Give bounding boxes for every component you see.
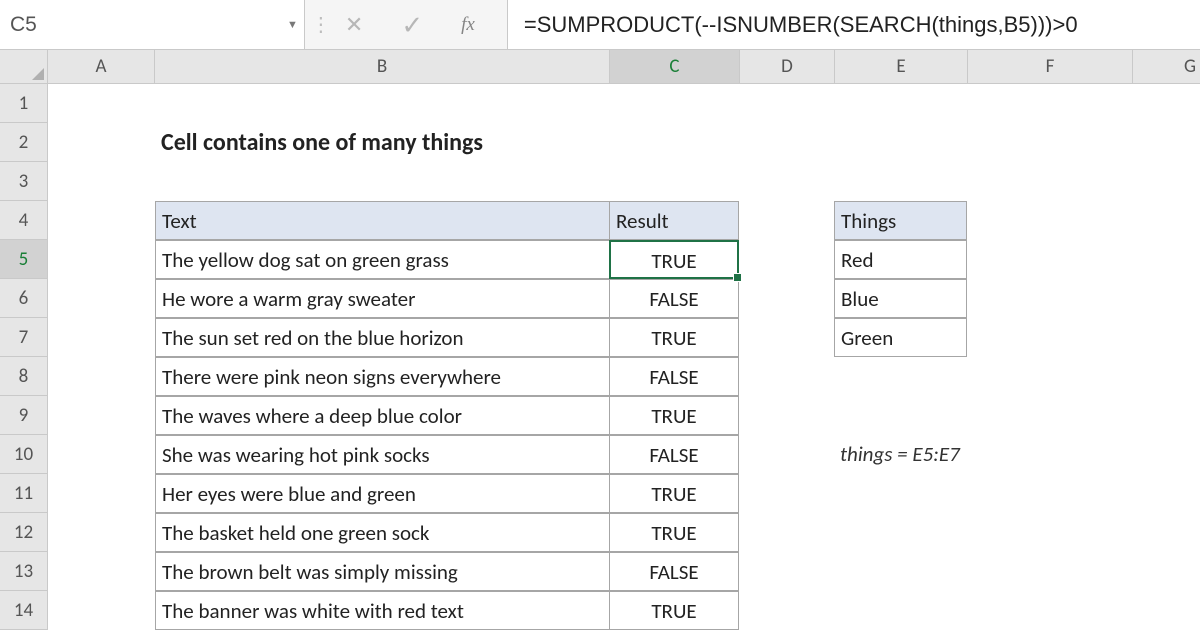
page-title: Cell contains one of many things [155,123,489,162]
row-header-4[interactable]: 4 [0,201,48,240]
row-header-5[interactable]: 5 [0,240,48,279]
named-range-note: things = E5:E7 [834,435,966,474]
formula-bar: ▼ ✕ ✓ fx [0,0,1200,50]
cell-text[interactable]: There were pink neon signs everywhere [155,357,610,396]
cell-text[interactable]: The basket held one green sock [155,513,610,552]
formula-input-wrap[interactable] [507,0,1200,49]
row-header-10[interactable]: 10 [0,435,48,474]
cell-result[interactable]: TRUE [609,318,739,357]
col-header-d[interactable]: D [740,50,835,84]
cell-text[interactable]: The brown belt was simply missing [155,552,610,591]
cell-text[interactable]: He wore a warm gray sweater [155,279,610,318]
cell-result[interactable]: TRUE [609,513,739,552]
col-header-b[interactable]: B [155,50,610,84]
row-header-6[interactable]: 6 [0,279,48,318]
cell-result[interactable]: TRUE [609,396,739,435]
row-header-13[interactable]: 13 [0,552,48,591]
cell-text[interactable]: The banner was white with red text [155,591,610,630]
enter-icon[interactable]: ✓ [401,12,423,38]
col-header-e[interactable]: E [835,50,968,84]
select-all-corner[interactable] [0,50,48,84]
header-result[interactable]: Result [609,201,739,240]
cell-result-selected[interactable]: TRUE [609,240,739,279]
row-header-2[interactable]: 2 [0,123,48,162]
row-header-14[interactable]: 14 [0,591,48,630]
col-header-f[interactable]: F [968,50,1133,84]
cell-result[interactable]: FALSE [609,552,739,591]
cell-result[interactable]: TRUE [609,591,739,630]
divider-handle[interactable] [305,0,337,49]
row-header-9[interactable]: 9 [0,396,48,435]
spreadsheet: 1 2 3 4 5 6 7 8 9 10 11 12 13 14 A B C D… [0,50,1200,630]
cell-result[interactable]: FALSE [609,279,739,318]
row-header-8[interactable]: 8 [0,357,48,396]
cell-things[interactable]: Blue [834,279,967,318]
cell-result[interactable]: FALSE [609,357,739,396]
col-header-a[interactable]: A [48,50,155,84]
cell-text[interactable]: She was wearing hot pink socks [155,435,610,474]
cell-text[interactable]: The yellow dog sat on green grass [155,240,610,279]
formula-input[interactable] [524,12,1200,38]
cell-text[interactable]: Her eyes were blue and green [155,474,610,513]
column-headers: A B C D E F G [48,50,1200,84]
fx-icon[interactable]: fx [461,14,489,36]
header-things[interactable]: Things [834,201,967,240]
row-header-3[interactable]: 3 [0,162,48,201]
fill-handle[interactable] [733,273,742,282]
row-header-11[interactable]: 11 [0,474,48,513]
row-headers: 1 2 3 4 5 6 7 8 9 10 11 12 13 14 [0,84,48,630]
cell-things[interactable]: Green [834,318,967,357]
header-text[interactable]: Text [155,201,610,240]
formula-bar-buttons: ✕ ✓ fx [337,12,507,38]
row-header-7[interactable]: 7 [0,318,48,357]
cancel-icon[interactable]: ✕ [345,14,363,36]
cells-area[interactable]: Cell contains one of many things Text Re… [48,84,1200,630]
cell-things[interactable]: Red [834,240,967,279]
cell-result[interactable]: TRUE [609,474,739,513]
col-header-c[interactable]: C [610,50,740,84]
cell-text[interactable]: The waves where a deep blue color [155,396,610,435]
cell-text[interactable]: The sun set red on the blue horizon [155,318,610,357]
name-box[interactable] [10,13,281,37]
row-header-1[interactable]: 1 [0,84,48,123]
col-header-g[interactable]: G [1133,50,1200,84]
row-header-12[interactable]: 12 [0,513,48,552]
cell-result[interactable]: FALSE [609,435,739,474]
name-box-wrap[interactable]: ▼ [0,0,305,49]
name-box-dropdown-icon[interactable]: ▼ [287,18,298,31]
